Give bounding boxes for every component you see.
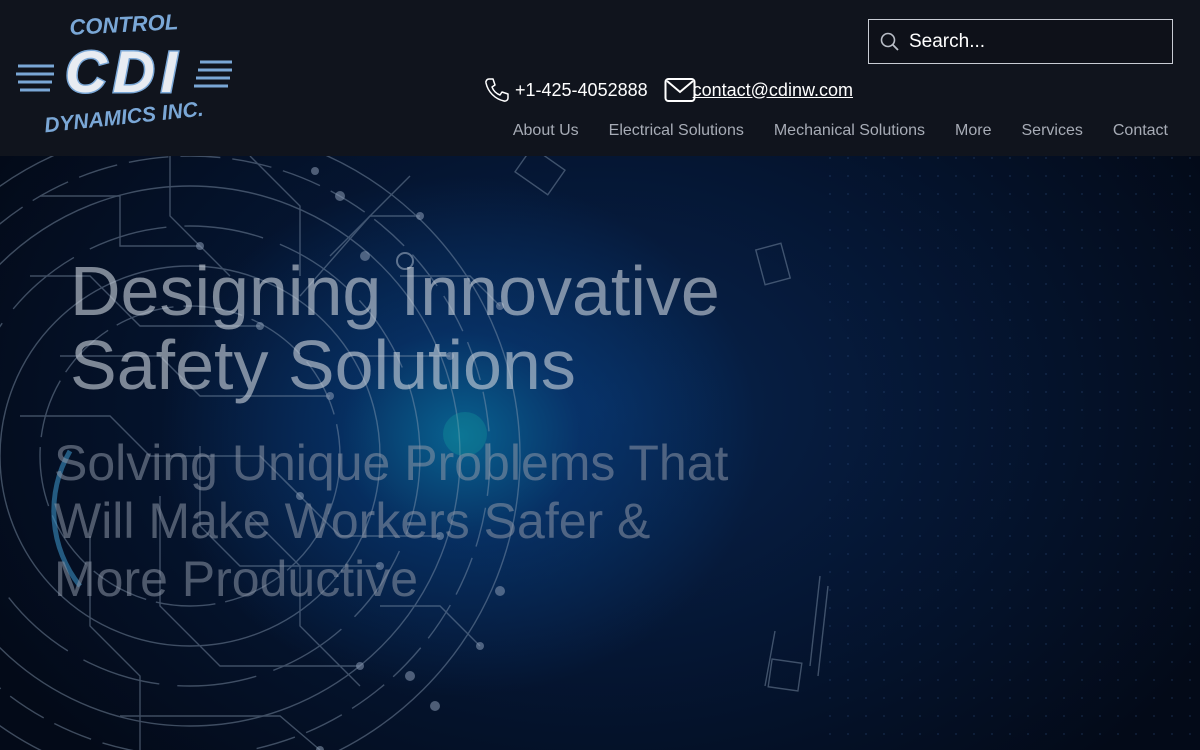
hero-section: Designing Innovative Safety Solutions So… [0,156,1200,750]
search-input[interactable] [909,30,1149,53]
hero-subheadline: Solving Unique Problems That Will Make W… [54,434,774,608]
search-box[interactable] [868,19,1173,64]
site-header: CONTROL CDI DYNAMICS INC. +1-425-4052888… [0,0,1200,156]
nav-item-mechanical-solutions[interactable]: Mechanical Solutions [774,122,925,142]
nav-item-about-us[interactable]: About Us [513,122,579,142]
email-link[interactable]: contact@cdinw.com [693,80,853,101]
company-logo[interactable]: CONTROL CDI DYNAMICS INC. [14,8,236,138]
nav-item-electrical-solutions[interactable]: Electrical Solutions [609,122,744,142]
hero-headline: Designing Innovative Safety Solutions [70,254,830,402]
nav-item-more[interactable]: More [955,122,991,142]
hero-subheadline-line-3: More Productive [54,551,419,607]
svg-text:CDI: CDI [65,40,183,105]
svg-text:CONTROL: CONTROL [69,9,179,40]
search-icon [880,32,899,51]
hero-headline-line-1: Designing Innovative [70,252,720,330]
hero-subheadline-line-2: Will Make Workers Safer & [54,493,651,549]
main-nav: About Us Electrical Solutions Mechanical… [483,122,1168,142]
contact-info: +1-425-4052888 contact@cdinw.com [483,75,853,105]
hero-headline-line-2: Safety Solutions [70,326,576,404]
phone-number[interactable]: +1-425-4052888 [515,80,648,101]
nav-item-contact[interactable]: Contact [1113,122,1168,142]
mail-icon [664,78,696,102]
phone-icon [485,78,509,102]
hero-subheadline-line-1: Solving Unique Problems That [54,435,729,491]
nav-item-services[interactable]: Services [1022,122,1083,142]
